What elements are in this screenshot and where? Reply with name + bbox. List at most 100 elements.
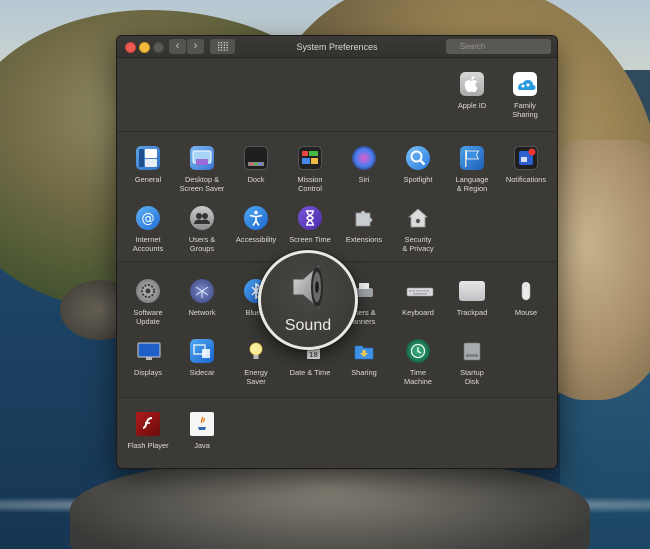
pane-label: Sharing (351, 368, 377, 377)
internet-accounts-icon: @ (136, 206, 160, 230)
svg-text:18: 18 (309, 351, 318, 359)
pane-security-privacy[interactable]: Security & Privacy (387, 206, 449, 266)
pane-mouse[interactable]: Mouse (495, 279, 557, 339)
pane-label: Energy Saver (244, 368, 268, 386)
pane-label: Sidecar (189, 368, 215, 377)
pane-family-sharing[interactable]: Family Sharing (494, 72, 556, 132)
pane-label: Accessibility (235, 235, 277, 244)
accessibility-icon (244, 206, 268, 230)
spotlight-icon (406, 146, 430, 170)
title-bar: ‹ › ⣿⣿ System Preferences (117, 36, 557, 58)
pane-startup-disk[interactable]: Startup Disk (441, 339, 503, 399)
pane-trackpad[interactable]: Trackpad (441, 279, 503, 339)
pane-language-region[interactable]: Language & Region (441, 146, 503, 206)
svg-text:@: @ (142, 212, 155, 227)
flash-player-icon (136, 412, 160, 436)
pane-label: Security & Privacy (402, 235, 434, 253)
pane-label: Mouse (514, 308, 538, 317)
pane-label: Time Machine (404, 368, 432, 386)
extensions-icon (352, 206, 376, 230)
pane-dock[interactable]: Dock (225, 146, 287, 206)
pane-keyboard[interactable]: Keyboard (387, 279, 449, 339)
pane-label: Language & Region (455, 175, 489, 193)
network-icon (190, 279, 214, 303)
pane-energy-saver[interactable]: Energy Saver (225, 339, 287, 399)
displays-icon (136, 339, 161, 363)
pane-label: Flash Player (127, 441, 169, 450)
pane-label: Internet Accounts (132, 235, 164, 253)
pane-internet-accounts[interactable]: @ Internet Accounts (117, 206, 179, 266)
notifications-icon (514, 146, 538, 170)
software-update-icon (136, 279, 160, 303)
speaker-icon (292, 263, 323, 311)
pane-notifications[interactable]: Notifications (495, 146, 557, 206)
show-all-button[interactable]: ⣿⣿ (210, 39, 235, 54)
pane-label: Notifications (505, 175, 547, 184)
sound-magnifier[interactable]: Sound (258, 250, 358, 350)
forward-button[interactable]: › (187, 39, 204, 54)
siri-icon (352, 146, 376, 170)
system-preferences-window: ‹ › ⣿⣿ System Preferences Apple ID Famil… (116, 35, 558, 469)
pane-label: General (134, 175, 162, 184)
time-machine-icon (406, 339, 430, 363)
pane-users-groups[interactable]: Users & Groups (171, 206, 233, 266)
sidecar-icon (190, 339, 214, 363)
pane-label: Screen Time (289, 235, 331, 244)
mission-control-icon (298, 146, 322, 170)
pane-java[interactable]: Java (171, 412, 233, 468)
pane-software-update[interactable]: Software Update (117, 279, 179, 339)
search-input[interactable] (446, 39, 551, 54)
startup-disk-icon (460, 339, 484, 363)
pane-sharing[interactable]: Sharing (333, 339, 395, 399)
pane-displays[interactable]: Displays (117, 339, 179, 399)
pane-label: Displays (134, 368, 162, 377)
pane-label: Trackpad (456, 308, 488, 317)
general-icon (136, 146, 160, 170)
pane-label: Mission Control (297, 175, 323, 193)
minimize-button[interactable] (139, 42, 150, 53)
pane-time-machine[interactable]: Time Machine (387, 339, 449, 399)
pane-sidecar[interactable]: Sidecar (171, 339, 233, 399)
pane-label: Software Update (133, 308, 163, 326)
pane-label: Startup Disk (460, 368, 484, 386)
back-button[interactable]: ‹ (169, 39, 186, 54)
pane-label: Java (194, 441, 210, 450)
dock-icon (244, 146, 268, 170)
screen-time-icon (298, 206, 322, 230)
pane-label: Dock (247, 175, 265, 184)
sound-label: Sound (284, 317, 332, 334)
pane-label: Users & Groups (188, 235, 216, 253)
mouse-icon (514, 279, 538, 303)
pane-desktop-screen-saver[interactable]: Desktop & Screen Saver (171, 146, 233, 206)
window-title: System Preferences (296, 42, 378, 52)
desktop-icon (190, 146, 214, 170)
pane-label: Network (188, 308, 216, 317)
pane-general[interactable]: General (117, 146, 179, 206)
energy-saver-icon (244, 339, 268, 363)
pane-network[interactable]: Network (171, 279, 233, 339)
trackpad-icon (459, 281, 485, 301)
users-icon (190, 206, 214, 230)
security-icon (406, 206, 430, 230)
pane-mission-control[interactable]: Mission Control (279, 146, 341, 206)
keyboard-icon (406, 279, 434, 303)
family-sharing-icon (513, 72, 537, 96)
language-icon (460, 146, 484, 170)
sharing-icon (352, 339, 376, 363)
pane-label: Date & Time (289, 368, 331, 377)
pane-spotlight[interactable]: Spotlight (387, 146, 449, 206)
pane-extensions[interactable]: Extensions (333, 206, 395, 266)
pane-flash-player[interactable]: Flash Player (117, 412, 179, 468)
pane-label: Family Sharing (512, 101, 538, 119)
apple-icon (460, 72, 484, 96)
pane-label: Spotlight (403, 175, 433, 184)
zoom-button[interactable] (153, 42, 164, 53)
pane-label: Keyboard (402, 308, 434, 317)
pane-label: Extensions (345, 235, 383, 244)
close-button[interactable] (125, 42, 136, 53)
pane-label: Siri (358, 175, 370, 184)
pane-label: Desktop & Screen Saver (179, 175, 225, 193)
pane-accessibility[interactable]: Accessibility (225, 206, 287, 266)
pane-siri[interactable]: Siri (333, 146, 395, 206)
java-icon (190, 412, 214, 436)
